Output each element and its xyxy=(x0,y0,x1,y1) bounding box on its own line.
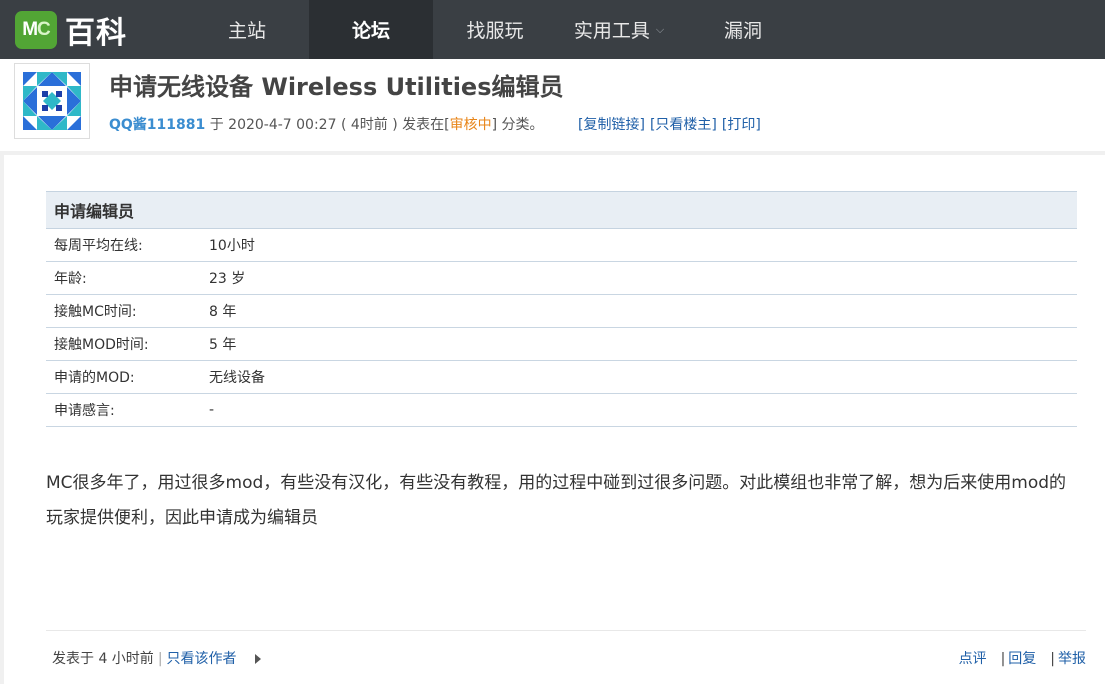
posted-prefix: 于 xyxy=(209,117,224,133)
row-value: 10小时 xyxy=(209,238,255,254)
divider: | xyxy=(157,651,163,667)
post-footer-left: 发表于 4 小时前 | 只看该作者 xyxy=(52,648,261,668)
category-link[interactable]: 审核中 xyxy=(450,117,492,133)
posted-in-label: 发表在 xyxy=(402,117,445,133)
logo-text: 百科 xyxy=(65,16,127,51)
print-button[interactable]: [打印] xyxy=(722,117,761,133)
category-bracket-close: ] xyxy=(491,117,498,133)
table-row: 申请感言: - xyxy=(46,394,1077,427)
row-key: 申请感言: xyxy=(54,403,115,419)
category-suffix: 分类。 xyxy=(501,117,544,133)
nav-item-tools[interactable]: 实用工具 ⌵ xyxy=(557,0,681,59)
row-value: 无线设备 xyxy=(209,370,265,386)
author-only-link[interactable]: 只看该作者 xyxy=(167,651,237,667)
row-key: 申请的MOD: xyxy=(54,370,135,386)
thread-actions: [复制链接] [只看楼主] [打印] xyxy=(578,114,766,134)
application-table: 申请编辑员 每周平均在线: 10小时 年龄: 23 岁 接触MC时间: 8 年 接触M… xyxy=(46,191,1077,427)
row-key: 接触MC时间: xyxy=(54,304,137,320)
mc-logo-icon: MC xyxy=(15,11,57,49)
nav-item-bugs[interactable]: 漏洞 xyxy=(681,0,805,59)
row-value: 23 岁 xyxy=(209,271,246,287)
row-value: 8 年 xyxy=(209,304,237,320)
table-row: 每周平均在线: 10小时 xyxy=(46,229,1077,262)
post-date: 2020-4-7 00:27 xyxy=(228,117,337,133)
row-key: 接触MOD时间: xyxy=(54,337,149,353)
row-key: 每周平均在线: xyxy=(54,238,143,254)
post-footer: 发表于 4 小时前 | 只看该作者 点评 | 回复 | 举报 xyxy=(46,630,1086,683)
copy-link-button[interactable]: [复制链接] xyxy=(578,117,645,133)
site-logo[interactable]: MC 百科 xyxy=(15,10,127,51)
top-navbar: MC 百科 主站 论坛 找服玩 实用工具 ⌵ 漏洞 xyxy=(0,0,1105,59)
comment-button[interactable]: 点评 xyxy=(959,651,987,667)
reply-button[interactable]: 回复 xyxy=(1008,651,1036,667)
report-button[interactable]: 举报 xyxy=(1058,651,1086,667)
divider: | xyxy=(1050,651,1055,667)
thread-meta: QQ酱111881 于 2020-4-7 00:27 ( 4时前 ) 发表在[审… xyxy=(109,114,544,134)
post-footer-actions: 点评 | 回复 | 举报 xyxy=(959,648,1086,668)
post-content: 申请编辑员 每周平均在线: 10小时 年龄: 23 岁 接触MC时间: 8 年 接触M… xyxy=(4,155,1105,684)
thread-header: 申请无线设备 Wireless Utilities编辑员 QQ酱111881 于… xyxy=(0,59,1105,151)
posted-time: 发表于 4 小时前 xyxy=(52,651,154,667)
row-value: - xyxy=(209,402,215,418)
nav-item-forum[interactable]: 论坛 xyxy=(309,0,433,59)
table-row: 接触MOD时间: 5 年 xyxy=(46,328,1077,361)
thread-title: 申请无线设备 Wireless Utilities编辑员 xyxy=(109,73,564,101)
main-nav: 主站 论坛 找服玩 实用工具 ⌵ 漏洞 xyxy=(185,0,805,59)
row-value: 5 年 xyxy=(209,337,237,353)
application-table-header: 申请编辑员 xyxy=(46,191,1077,229)
nav-item-find-server[interactable]: 找服玩 xyxy=(433,0,557,59)
table-row: 年龄: 23 岁 xyxy=(46,262,1077,295)
avatar[interactable] xyxy=(14,63,90,139)
relative-time: ( 4时前 ) xyxy=(340,117,398,133)
avatar-identicon-icon xyxy=(23,72,81,130)
nav-item-main-site[interactable]: 主站 xyxy=(185,0,309,59)
row-key: 年龄: xyxy=(54,271,87,287)
table-row: 申请的MOD: 无线设备 xyxy=(46,361,1077,394)
chevron-down-icon: ⌵ xyxy=(655,22,665,36)
play-arrow-icon[interactable] xyxy=(254,654,261,664)
divider: | xyxy=(1000,651,1006,667)
post-body: MC很多年了，用过很多mod，有些没有汉化，有些没有教程，用的过程中碰到过很多问… xyxy=(46,473,1067,528)
author-link[interactable]: QQ酱111881 xyxy=(109,117,205,133)
view-op-only-button[interactable]: [只看楼主] xyxy=(650,117,717,133)
table-row: 接触MC时间: 8 年 xyxy=(46,295,1077,328)
